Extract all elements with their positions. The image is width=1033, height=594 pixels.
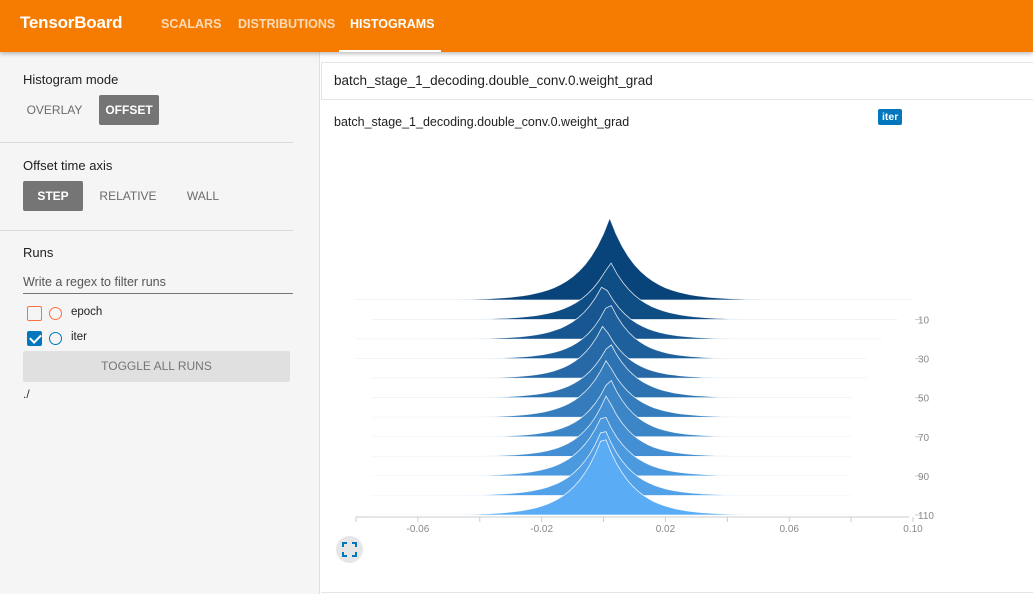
- iter-checkbox[interactable]: [27, 331, 42, 346]
- offset-button[interactable]: OFFSET: [99, 95, 159, 125]
- active-tab-indicator: [339, 50, 441, 52]
- run-label-epoch: epoch: [71, 306, 103, 318]
- divider: [0, 230, 293, 231]
- app-title: TensorBoard: [20, 13, 123, 32]
- histogram-slice-step-0: [355, 216, 914, 301]
- histogram-chart: -0.06 -0.02 0.02 0.06 0.10 10 30 50 70 90 110: [355, 216, 934, 535]
- x-axis-tick-label: 0.10: [903, 524, 923, 535]
- y-axis-tick-label: 10: [918, 316, 930, 327]
- x-axis-tick-label: 0.06: [779, 524, 799, 535]
- divider: [0, 142, 293, 143]
- run-filter-input[interactable]: [23, 270, 293, 294]
- run-label-iter: iter: [71, 331, 87, 343]
- main-panel: batch_stage_1_decoding.double_conv.0.wei…: [321, 52, 1033, 594]
- x-axis-tick-label: -0.06: [406, 524, 429, 535]
- tab-histograms[interactable]: HISTOGRAMS: [350, 17, 435, 31]
- epoch-color-icon: [49, 307, 62, 320]
- logdir-label: ./: [23, 387, 30, 401]
- y-axis-tick-label: 70: [918, 433, 930, 444]
- fullscreen-button[interactable]: [336, 536, 363, 563]
- fullscreen-icon: [342, 542, 357, 557]
- wall-button[interactable]: WALL: [178, 181, 228, 211]
- y-axis-tick-label: 90: [918, 472, 930, 483]
- runs-title: Runs: [23, 245, 54, 260]
- offset-time-axis-title: Offset time axis: [23, 158, 113, 173]
- y-axis-tick-label: 110: [918, 511, 934, 522]
- histogram-mode-title: Histogram mode: [23, 72, 119, 87]
- overlay-button[interactable]: OVERLAY: [23, 95, 86, 125]
- top-app-bar: TensorBoard SCALARS DISTRIBUTIONS HISTOG…: [0, 0, 1033, 52]
- toggle-all-runs-button[interactable]: TOGGLE ALL RUNS: [23, 351, 290, 382]
- step-button[interactable]: STEP: [23, 181, 83, 211]
- y-axis-tick-label: 30: [918, 355, 930, 366]
- x-axis-tick-label: -0.02: [530, 524, 553, 535]
- tab-distributions[interactable]: DISTRIBUTIONS: [238, 17, 335, 31]
- x-axis-tick-label: 0.02: [656, 524, 676, 535]
- histogram-slices: [355, 216, 914, 516]
- divider: [321, 592, 1033, 593]
- relative-button[interactable]: RELATIVE: [96, 181, 160, 211]
- iter-color-icon: [49, 332, 62, 345]
- epoch-checkbox[interactable]: [27, 306, 42, 321]
- tab-scalars[interactable]: SCALARS: [161, 17, 221, 31]
- y-axis-tick-label: 50: [918, 394, 930, 405]
- sidebar: Histogram mode OVERLAY OFFSET Offset tim…: [0, 52, 320, 594]
